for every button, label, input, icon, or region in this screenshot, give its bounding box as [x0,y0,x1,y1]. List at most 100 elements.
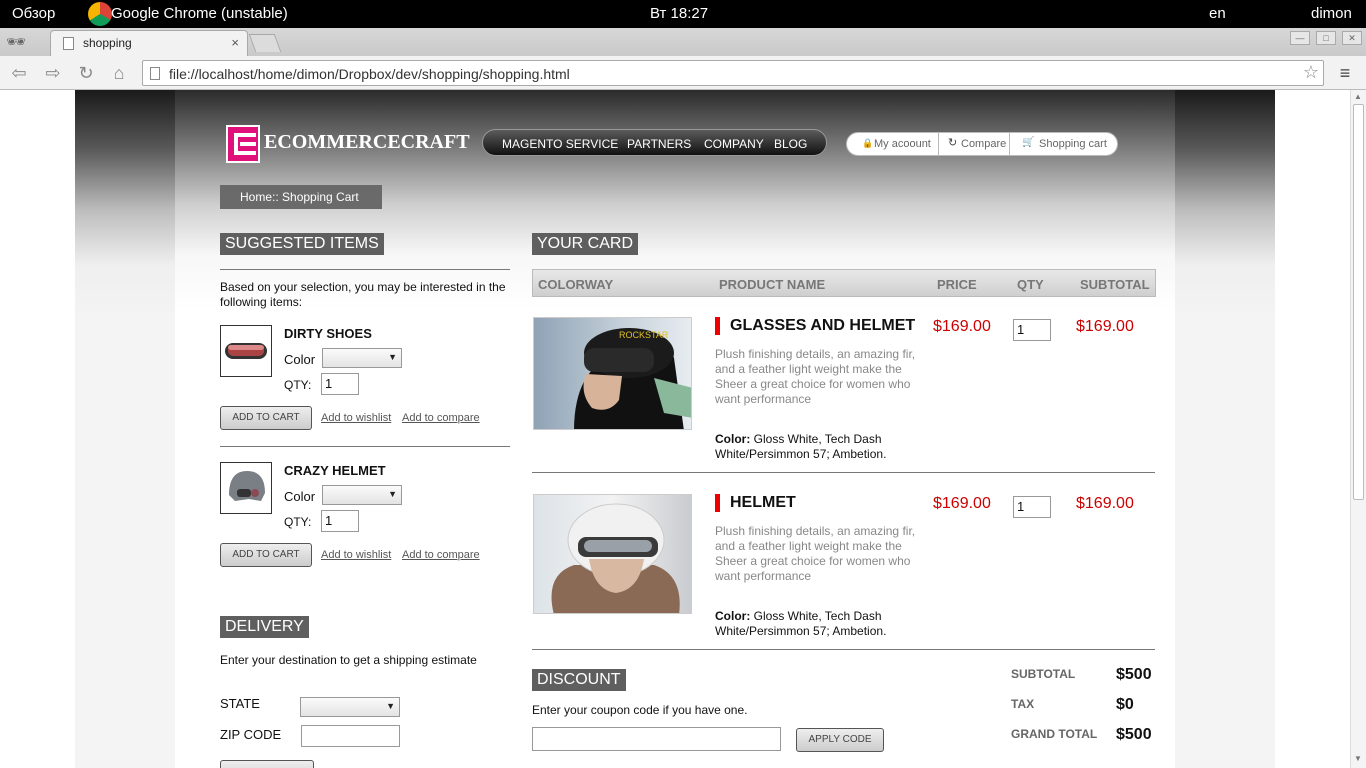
new-tab-button[interactable] [248,34,282,52]
tab-strip: 🕶 shopping × — □ ✕ [0,28,1366,56]
zip-input[interactable] [301,725,400,747]
zip-label: ZIP CODE [220,727,282,742]
color-label: Color [284,489,316,504]
clock[interactable]: Вт 18:27 [650,5,708,22]
delivery-intro: Enter your destination to get a shipping… [220,653,477,667]
incognito-icon: 🕶 [6,34,27,51]
browser-toolbar: ⇦ ⇨ ↻ ⌂ file://localhost/home/dimon/Drop… [0,56,1366,90]
cart-qty-input[interactable]: 1 [1013,319,1051,341]
nav-blog[interactable]: BLOG [774,137,807,151]
product-image[interactable] [533,494,692,614]
bookmark-star-icon[interactable]: ☆ [1303,62,1319,83]
home-icon[interactable]: ⌂ [108,62,130,84]
qty-label: QTY: [284,515,312,529]
crazy-helmet-thumbnail[interactable] [220,462,272,514]
delivery-heading: DELIVERY [220,616,309,638]
qty-label: QTY: [284,378,312,392]
compare-icon: ↻ [948,137,958,149]
subtotal-label: SUBTOTAL [1011,667,1076,681]
divider [532,649,1155,650]
state-label: STATE [220,696,260,711]
product-subtotal: $169.00 [1076,495,1134,512]
coupon-input[interactable] [532,727,781,751]
breadcrumb-text[interactable]: Home:: Shopping Cart [240,190,359,204]
system-top-bar: Обзор Google Chrome (unstable) Вт 18:27 … [0,0,1366,28]
reload-icon[interactable]: ↻ [75,62,97,84]
product-image[interactable]: ROCKSTAR [533,317,692,430]
color-select[interactable] [322,485,402,505]
add-to-compare-link[interactable]: Add to compare [402,549,480,561]
page-icon [63,37,74,50]
scroll-up-icon[interactable]: ▲ [1354,92,1362,101]
product-title[interactable]: GLASSES AND HELMET [715,317,915,335]
keyboard-layout[interactable]: en [1209,5,1226,22]
subtotal-value: $500 [1116,666,1152,683]
add-to-wishlist-link[interactable]: Add to wishlist [321,549,391,561]
item-title[interactable]: CRAZY HELMET [284,463,386,478]
nav-magento-service[interactable]: MAGENTO SERVICE [502,137,618,151]
color-select[interactable] [322,348,402,368]
helmet-image [229,471,265,501]
discount-heading: DISCOUNT [532,669,626,691]
chrome-app-icon [88,2,112,26]
logo-text[interactable]: ECOMMERCECRAFT [264,131,470,154]
item-title[interactable]: DIRTY SHOES [284,326,372,341]
nav-partners[interactable]: PARTNERS [627,137,691,151]
app-menu-label[interactable]: Google Chrome (unstable) [111,5,288,22]
lock-icon: 🔒 [862,138,874,148]
cart-qty-input[interactable]: 1 [1013,496,1051,518]
tax-label: TAX [1011,697,1035,711]
goggles-image [225,343,267,359]
grand-total-label: GRAND TOTAL [1011,727,1098,741]
add-to-wishlist-link[interactable]: Add to wishlist [321,412,391,424]
add-to-cart-button[interactable]: ADD TO CART [220,406,312,430]
suggested-heading: SUGGESTED ITEMS [220,233,384,255]
product-color: Color: Gloss White, Tech Dash White/Pers… [715,609,915,639]
product-color: Color: Gloss White, Tech Dash White/Pers… [715,432,915,462]
qty-input[interactable]: 1 [321,373,359,395]
color-label: Color: [715,432,751,446]
menu-icon[interactable]: ≡ [1334,62,1356,84]
grand-total-value: $500 [1116,726,1152,743]
col-price: PRICE [937,277,977,292]
divider [220,269,510,270]
forward-icon[interactable]: ⇨ [42,62,64,84]
scroll-down-icon[interactable]: ▼ [1354,754,1362,763]
vertical-scrollbar[interactable]: ▲ ▼ [1350,90,1366,768]
close-window-icon[interactable]: ✕ [1342,31,1362,45]
add-to-cart-button[interactable]: ADD TO CART [220,543,312,567]
minimize-icon[interactable]: — [1290,31,1310,45]
divider [532,472,1155,473]
tab-close-icon[interactable]: × [231,35,239,50]
back-icon[interactable]: ⇦ [8,62,30,84]
address-bar[interactable]: file://localhost/home/dimon/Dropbox/dev/… [142,60,1324,86]
product-price: $169.00 [933,318,991,335]
user-menu[interactable]: dimon [1311,5,1352,22]
scroll-thumb[interactable] [1353,104,1364,500]
qty-input[interactable]: 1 [321,510,359,532]
add-to-compare-link[interactable]: Add to compare [402,412,480,424]
shopping-cart-link[interactable]: Shopping cart [1039,138,1107,150]
suggested-intro: Based on your selection, you may be inte… [220,280,506,309]
tab-title: shopping [83,36,132,50]
state-select[interactable] [300,697,400,717]
apply-code-button[interactable]: APPLY CODE [796,728,884,752]
product-title[interactable]: HELMET [715,494,796,512]
maximize-icon[interactable]: □ [1316,31,1336,45]
activities-button[interactable]: Обзор [12,5,55,22]
my-account-link[interactable]: My acoount [874,138,931,150]
estimate-button[interactable] [220,760,314,768]
col-colorway: COLORWAY [538,277,614,292]
compare-link[interactable]: Compare [961,138,1006,150]
logo-mark[interactable] [226,125,260,163]
divider [220,446,510,447]
tab-shopping[interactable]: shopping × [50,30,248,56]
page-icon [150,67,160,80]
product-description: Plush finishing details, an amazing fir,… [715,347,916,406]
discount-intro: Enter your coupon code if you have one. [532,703,748,717]
url-text: file://localhost/home/dimon/Dropbox/dev/… [169,66,570,82]
product-price: $169.00 [933,495,991,512]
nav-company[interactable]: COMPANY [704,137,764,151]
col-subtotal: SUBTOTAL [1080,277,1150,292]
dirty-shoes-thumbnail[interactable] [220,325,272,377]
